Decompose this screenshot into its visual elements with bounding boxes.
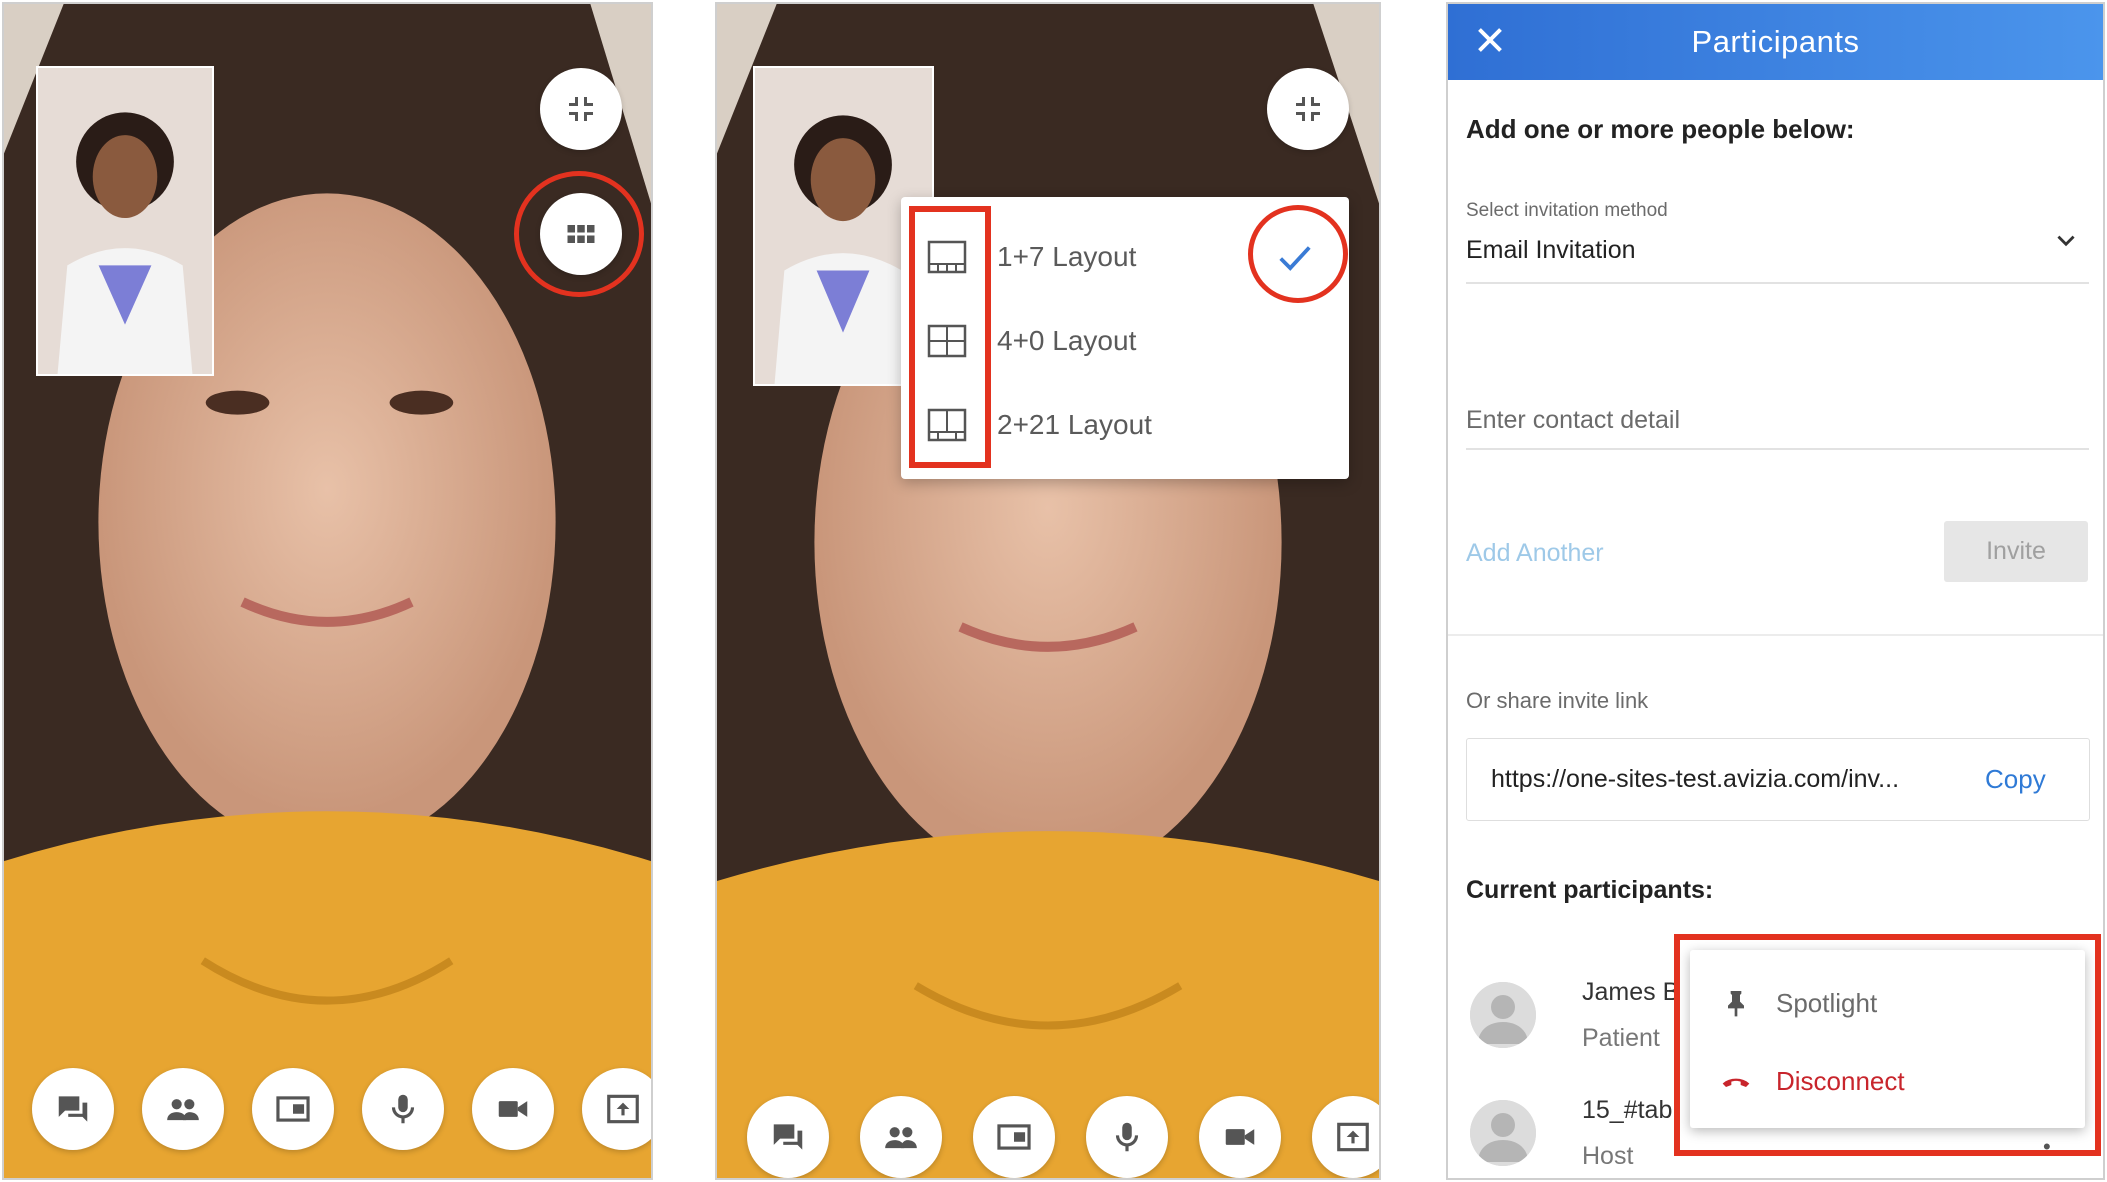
select-underline [1466,282,2089,284]
chat-icon [58,1096,88,1122]
microphone-icon [391,1094,415,1124]
camera-icon [1225,1129,1255,1145]
disconnect-label: Disconnect [1776,1065,1905,1096]
input-underline [1466,448,2089,450]
minimize-button[interactable] [1267,68,1349,150]
spotlight-action[interactable]: Spotlight [1690,964,2085,1042]
camera-button[interactable] [1199,1096,1281,1178]
add-people-heading: Add one or more people below: [1466,114,1855,144]
more-options-icon[interactable]: • [2043,1134,2051,1160]
share-link-label: Or share invite link [1466,688,1649,713]
layout-item-2-21[interactable]: 2+21 Layout [901,383,1349,467]
page-title: Participants [1691,24,1860,59]
participants-icon [167,1099,199,1121]
minimize-icon [569,97,593,121]
participants-icon [885,1127,917,1149]
chat-button[interactable] [32,1068,114,1150]
layout-label: 1+7 Layout [997,241,1137,272]
layout-4-0-icon [927,324,967,358]
avatar [1470,982,1536,1048]
hang-up-icon [1722,1078,1750,1087]
pin-icon [1728,991,1744,1017]
self-view-video[interactable] [36,66,214,376]
current-participants-heading: Current participants: [1466,876,1714,904]
layout-label: 2+21 Layout [997,409,1152,440]
pip-button[interactable] [252,1068,334,1150]
spotlight-label: Spotlight [1776,987,1878,1018]
invite-button[interactable]: Invite [1944,521,2088,582]
microphone-button[interactable] [1086,1096,1168,1178]
invitation-method-label: Select invitation method [1466,200,1668,221]
layout-1-7-icon [927,240,967,274]
camera-button[interactable] [472,1068,554,1150]
participants-screen: Participants Add one or more people belo… [1446,2,2105,1180]
microphone-button[interactable] [362,1068,444,1150]
layout-menu: 1+7 Layout 4+0 Layout 2+21 Layout [901,197,1349,479]
layout-button[interactable] [540,193,622,275]
participants-header: Participants [1448,4,2103,80]
video-call-screen-2: 1+7 Layout 4+0 Layout 2+21 Layout [715,2,1381,1180]
invite-link-box: https://one-sites-test.avizia.com/inv...… [1466,738,2090,821]
minimize-icon [1296,97,1320,121]
share-icon [1337,1122,1369,1152]
participant-name: James B [1582,978,1680,1006]
minimize-button[interactable] [540,68,622,150]
chat-button[interactable] [747,1096,829,1178]
layout-2-21-icon [927,408,967,442]
participant-role: Patient [1582,1024,1660,1052]
invitation-method-select[interactable]: Email Invitation [1466,236,1636,265]
participants-button[interactable] [142,1068,224,1150]
add-another-link[interactable]: Add Another [1466,539,1604,568]
layout-label: 4+0 Layout [997,325,1137,356]
participants-button[interactable] [860,1096,942,1178]
close-icon[interactable] [1472,22,1508,58]
microphone-icon [1115,1122,1139,1152]
chevron-down-icon[interactable] [2053,228,2079,254]
copy-button[interactable]: Copy [1985,764,2046,795]
participant-role: Host [1582,1142,1634,1170]
pip-button[interactable] [973,1096,1055,1178]
layout-item-4-0[interactable]: 4+0 Layout [901,299,1349,383]
grid-icon [567,225,595,243]
video-call-screen-1 [2,2,653,1180]
contact-detail-input[interactable]: Enter contact detail [1466,406,1680,435]
disconnect-action[interactable]: Disconnect [1690,1042,2085,1120]
avatar [1470,1100,1536,1166]
pip-icon [276,1096,310,1122]
invite-link-text: https://one-sites-test.avizia.com/inv... [1491,765,1900,793]
chat-icon [773,1124,803,1150]
share-icon [607,1094,639,1124]
camera-icon [498,1101,528,1117]
participant-action-menu: Spotlight Disconnect [1690,950,2085,1128]
checkmark-icon [1279,246,1311,271]
pip-icon [997,1124,1031,1150]
participant-name: 15_#tab [1582,1096,1673,1124]
section-divider [1448,634,2103,636]
